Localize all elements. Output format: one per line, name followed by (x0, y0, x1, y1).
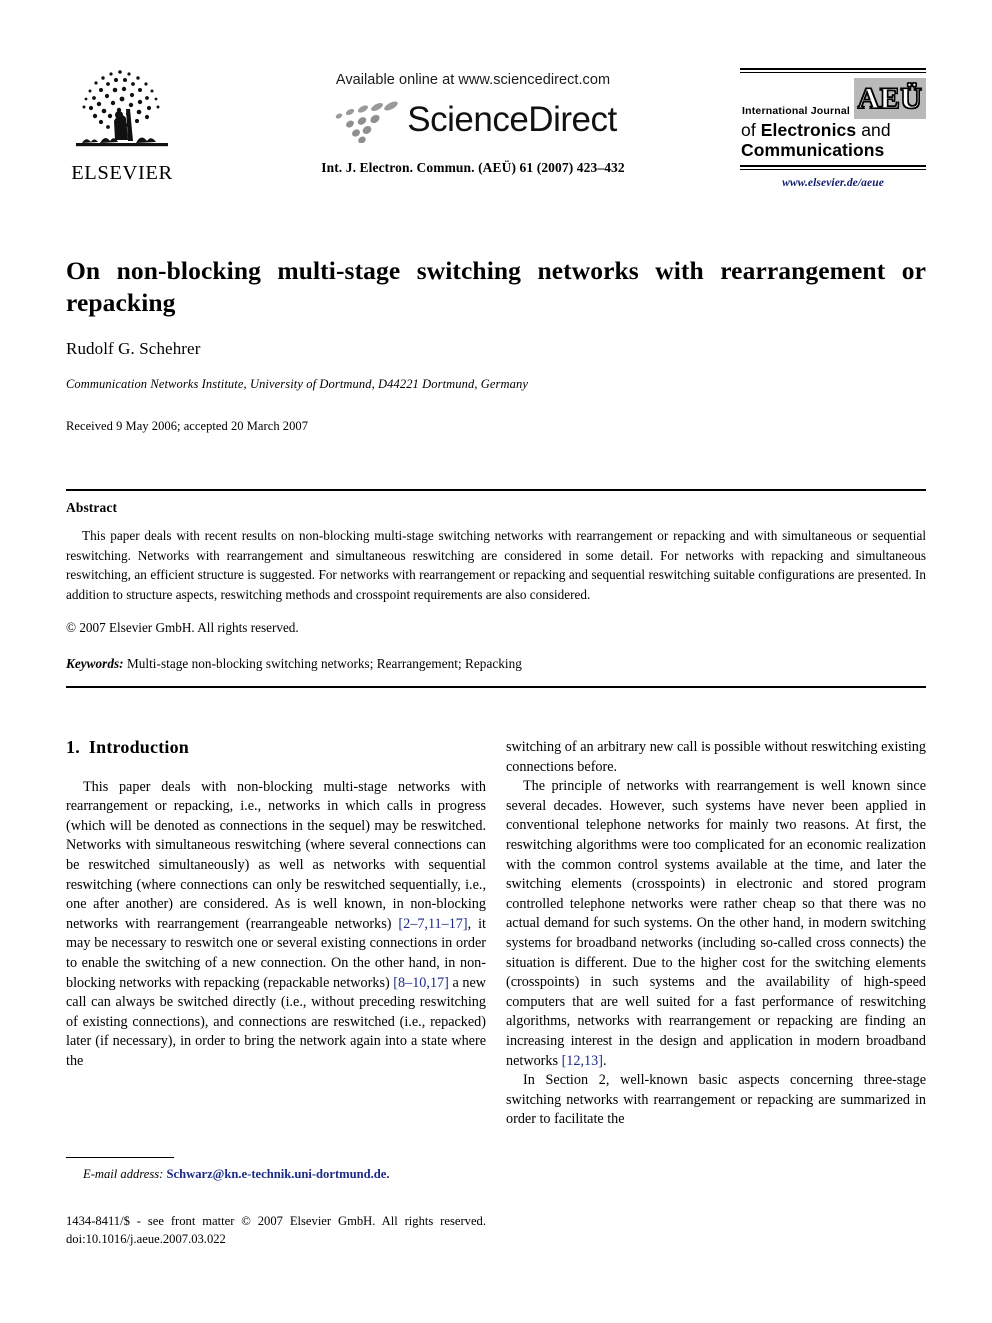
aeu-mark: AEÜ (857, 81, 923, 115)
elsevier-tree-icon (70, 65, 174, 161)
email-link[interactable]: Schwarz@kn.e-technik.uni-dortmund.de. (167, 1167, 390, 1181)
abstract-section: Abstract This paper deals with recent re… (66, 489, 926, 688)
abstract-copyright: © 2007 Elsevier GmbH. All rights reserve… (66, 620, 299, 635)
section-heading-introduction: 1. Introduction (66, 737, 486, 758)
sciencedirect-logo: ScienceDirect (278, 95, 668, 145)
journal-logo-electronics: Electronics (760, 120, 857, 140)
sciencedirect-swoosh-icon (336, 101, 399, 143)
abstract-bottom-rule (66, 685, 926, 688)
elsevier-wordmark: ELSEVIER (71, 162, 173, 184)
citation-ref[interactable]: [12,13] (562, 1053, 603, 1069)
document-page: ELSEVIER Available online at www.science… (0, 0, 992, 1323)
abstract-heading: Abstract (66, 500, 118, 515)
paragraph: switching of an arbitrary new call is po… (506, 739, 926, 775)
footnote-rule (66, 1157, 174, 1158)
journal-logo-top-rule (740, 68, 926, 73)
footnote-block: E-mail address: Schwarz@kn.e-technik.uni… (66, 1157, 486, 1182)
journal-logo-international-label: International Journal (742, 105, 851, 117)
section-title: Introduction (88, 737, 189, 757)
elsevier-logo: ELSEVIER (66, 65, 178, 190)
journal-url-link[interactable]: www.elsevier.de/aeue (740, 177, 926, 189)
front-matter-line: 1434-8411/$ - see front matter © 2007 El… (66, 1214, 486, 1228)
keywords-value: Multi-stage non-blocking switching netwo… (126, 655, 522, 671)
journal-logo-and: and (861, 120, 891, 140)
email-label: E-mail address: (83, 1167, 164, 1181)
paragraph: This paper deals with non-blocking multi… (66, 778, 486, 1072)
article-history: Received 9 May 2006; accepted 20 March 2… (66, 419, 308, 433)
email-footnote: E-mail address: Schwarz@kn.e-technik.uni… (66, 1167, 486, 1182)
sciencedirect-wordmark: ScienceDirect (407, 100, 617, 139)
doi-line: doi:10.1016/j.aeue.2007.03.022 (66, 1231, 226, 1246)
paragraph: The principle of networks with rearrange… (506, 777, 926, 1071)
keywords-label: Keywords: (66, 655, 124, 671)
section-number: 1. (66, 737, 80, 757)
paragraph-text: . (602, 1052, 607, 1069)
footer-metadata: 1434-8411/$ - see front matter © 2007 El… (66, 1213, 486, 1248)
body-column-left: 1. Introduction This paper deals with non… (66, 737, 486, 1072)
aeu-mark-box: AEÜ (854, 78, 926, 119)
journal-logo-line-communications: Communications (741, 140, 884, 161)
keywords-line: Keywords: Multi-stage non-blocking switc… (66, 656, 926, 672)
author-affiliation: Communication Networks Institute, Univer… (66, 377, 528, 391)
journal-logo-of: of (741, 120, 756, 140)
available-online-text: Available online at www.sciencedirect.co… (335, 72, 611, 88)
journal-logo-bottom-rule (740, 165, 926, 170)
masthead: ELSEVIER Available online at www.science… (66, 60, 926, 208)
body-column-right: switching of an arbitrary new call is po… (506, 738, 926, 1130)
citation-ref[interactable]: [2–7,11–17] (398, 916, 467, 932)
title-block: On non-blocking multi-stage switching ne… (66, 255, 926, 434)
journal-logo-line-electronics: of Electronics and (741, 120, 891, 141)
page-title: On non-blocking multi-stage switching ne… (66, 256, 926, 317)
paragraph-text: The principle of networks with rearrange… (506, 778, 926, 1069)
citation-ref[interactable]: [8–10,17] (393, 975, 449, 991)
journal-citation: Int. J. Electron. Commun. (AEÜ) 61 (2007… (321, 160, 625, 175)
paragraph-text: This paper deals with non-blocking multi… (66, 778, 486, 932)
abstract-text: This paper deals with recent results on … (66, 528, 926, 603)
abstract-top-rule (66, 489, 926, 491)
author-name: Rudolf G. Schehrer (66, 339, 201, 358)
journal-logo-communications: Communications (741, 140, 885, 160)
paragraph: In Section 2, well-known basic aspects c… (506, 1072, 926, 1128)
sciencedirect-block: Available online at www.sciencedirect.co… (278, 72, 668, 176)
journal-logo: International Journal AEÜ of Electronics… (740, 68, 926, 189)
